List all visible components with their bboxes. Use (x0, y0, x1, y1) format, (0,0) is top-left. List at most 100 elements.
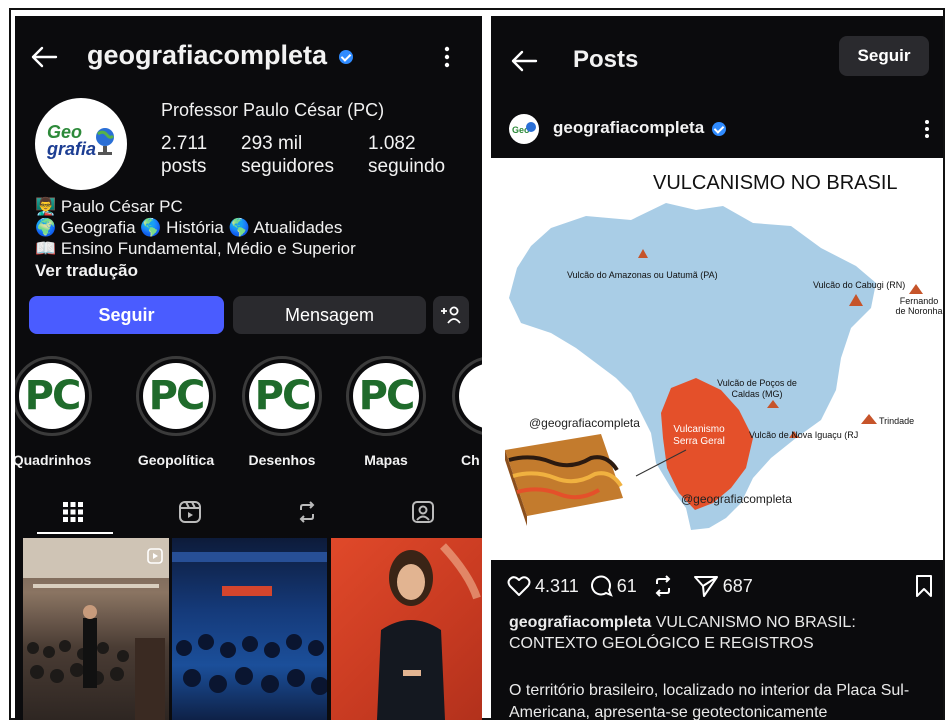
username-text: geografiacompleta (87, 40, 328, 70)
reels-icon (179, 501, 201, 523)
tab-reposts[interactable] (277, 494, 337, 530)
header-follow-button[interactable]: Seguir (839, 36, 929, 76)
highlight-label: Quadrinhos (15, 452, 92, 468)
highlight-cover: F (459, 363, 482, 429)
bio-line-1-text: Paulo César PC (60, 197, 183, 216)
highlight-desenhos[interactable]: PC Desenhos (237, 356, 327, 468)
caption-body: O território brasileiro, localizado no i… (509, 682, 910, 720)
verified-badge-icon (711, 121, 726, 136)
follow-button[interactable]: Seguir (29, 296, 224, 334)
bio-line-2-text: Geografia 🌎 História 🌎 Atualidades (60, 218, 343, 237)
label-cabugi: Vulcão do Cabugi (RN) (813, 280, 906, 290)
lecture-hall-image (23, 538, 169, 720)
label-serra-geral: Vulcanismo Serra Geral (669, 424, 729, 448)
comment-icon[interactable] (589, 574, 613, 598)
back-arrow-icon[interactable] (27, 40, 61, 74)
post-thumbnail-2[interactable] (172, 538, 327, 720)
post-more-options-icon[interactable] (919, 116, 935, 142)
profile-avatar[interactable]: Geo grafia (35, 98, 127, 190)
post-actions: 4.311 61 687 (507, 572, 753, 600)
bio-line-3-text: Ensino Fundamental, Médio e Superior (60, 239, 356, 258)
highlight-label: Desenhos (248, 452, 316, 468)
stat-posts[interactable]: 2.711 posts (161, 132, 207, 178)
heart-icon[interactable] (507, 575, 531, 597)
see-translation-link[interactable]: Ver tradução (35, 260, 356, 281)
highlight-label: Geopolítica (137, 452, 215, 468)
reel-badge-icon (147, 548, 163, 564)
bio-line-3: 📖 Ensino Fundamental, Médio e Superior (35, 238, 356, 259)
highlight-cover: PC (143, 363, 209, 429)
highlight-label: Ch (461, 452, 480, 468)
highlight-label: Mapas (364, 452, 408, 468)
label-trindade: Trindade (879, 416, 915, 426)
comments-count[interactable]: 61 (617, 576, 637, 597)
geologic-block-diagram (505, 434, 623, 526)
repost-icon[interactable] (651, 574, 675, 598)
highlight-cover: PC (249, 363, 315, 429)
tab-tagged[interactable] (393, 494, 453, 530)
teacher-emoji-icon: 👨‍🏫 (35, 197, 57, 216)
display-name: Professor Paulo César (PC) (161, 100, 385, 120)
globe-icon (96, 128, 115, 155)
post-thumbnail-3[interactable] (331, 538, 482, 720)
label-noronha: Fernando de Noronha (895, 296, 943, 316)
verified-badge-icon (338, 49, 353, 64)
message-button[interactable]: Mensagem (233, 296, 426, 334)
tab-grid[interactable] (43, 494, 103, 530)
post-thumbnail-1[interactable] (23, 538, 169, 720)
highlight-geopolitica[interactable]: PC Geopolítica (131, 356, 221, 468)
stat-posts-label: posts (161, 156, 207, 177)
highlight-mapas[interactable]: PC Mapas (341, 356, 431, 468)
stat-followers-value: 293 mil (241, 133, 303, 154)
stat-following[interactable]: 1.082 seguindo (368, 132, 445, 178)
caption-username[interactable]: geografiacompleta (509, 614, 651, 631)
crowd-image (172, 552, 327, 695)
label-pocos-text: Vulcão de Poços de Caldas (MG) (717, 378, 797, 399)
avatar-logo-line-2: grafia (47, 139, 97, 159)
highlight-quadrinhos[interactable]: PC Quadrinhos (15, 356, 97, 468)
reposts-icon (299, 501, 315, 523)
profile-screen: geografiacompleta Geo grafia Professor P… (15, 16, 482, 720)
stat-followers[interactable]: 293 mil seguidores (241, 132, 334, 178)
label-pocos: Vulcão de Poços de Caldas (MG) (717, 378, 797, 400)
add-person-icon (441, 306, 461, 324)
bio-line-2: 🌍 Geografia 🌎 História 🌎 Atualidades (35, 217, 356, 238)
tagged-icon (412, 501, 434, 523)
likes-count[interactable]: 4.311 (535, 576, 579, 597)
stat-posts-value: 2.711 (161, 133, 208, 154)
profile-bio: 👨‍🏫 Paulo César PC 🌍 Geografia 🌎 Históri… (35, 196, 356, 281)
post-author-avatar[interactable]: Geo (509, 114, 539, 144)
highlight-partial[interactable]: F Ch (447, 356, 482, 468)
post-image[interactable]: VULCANISMO NO BRASIL Vulcão do Amazonas … (491, 158, 943, 560)
watermark-bottom: @geografiacompleta (681, 492, 792, 506)
highlight-ring: F (452, 356, 482, 436)
label-nova-iguacu: Vulcão de Nova Iguaçu (RJ (749, 430, 859, 440)
globe-emoji-icon: 🌍 (35, 218, 57, 237)
share-icon[interactable] (693, 574, 719, 598)
suggest-people-button[interactable] (433, 296, 469, 334)
highlight-ring: PC (346, 356, 426, 436)
more-options-icon[interactable] (435, 42, 459, 72)
author-logo-icon: Geo (512, 122, 536, 135)
avatar-logo-text: Geo grafia (47, 123, 97, 159)
post-author-name[interactable]: geografiacompleta (553, 118, 726, 138)
shares-count[interactable]: 687 (723, 576, 753, 597)
highlight-ring: PC (15, 356, 92, 436)
watermark-top: @geografiacompleta (529, 416, 640, 430)
highlight-cover: PC (19, 363, 85, 429)
bio-line-1: 👨‍🏫 Paulo César PC (35, 196, 356, 217)
save-bookmark-icon[interactable] (915, 574, 933, 603)
stat-following-label: seguindo (368, 156, 446, 177)
highlight-ring: PC (242, 356, 322, 436)
profile-username-header: geografiacompleta (87, 40, 353, 71)
stat-following-value: 1.082 (368, 133, 416, 154)
tab-reels[interactable] (160, 494, 220, 530)
highlight-cover: PC (353, 363, 419, 429)
book-emoji-icon: 📖 (35, 239, 57, 258)
label-noronha-text: Fernando de Noronha (895, 296, 943, 316)
back-arrow-icon[interactable] (507, 44, 541, 78)
label-amazonas: Vulcão do Amazonas ou Uatumã (PA) (567, 270, 718, 280)
page-title: Posts (573, 46, 639, 73)
grid-icon (63, 502, 83, 522)
post-screen: Posts Seguir Geo geografiacompleta VULCA… (491, 16, 943, 720)
